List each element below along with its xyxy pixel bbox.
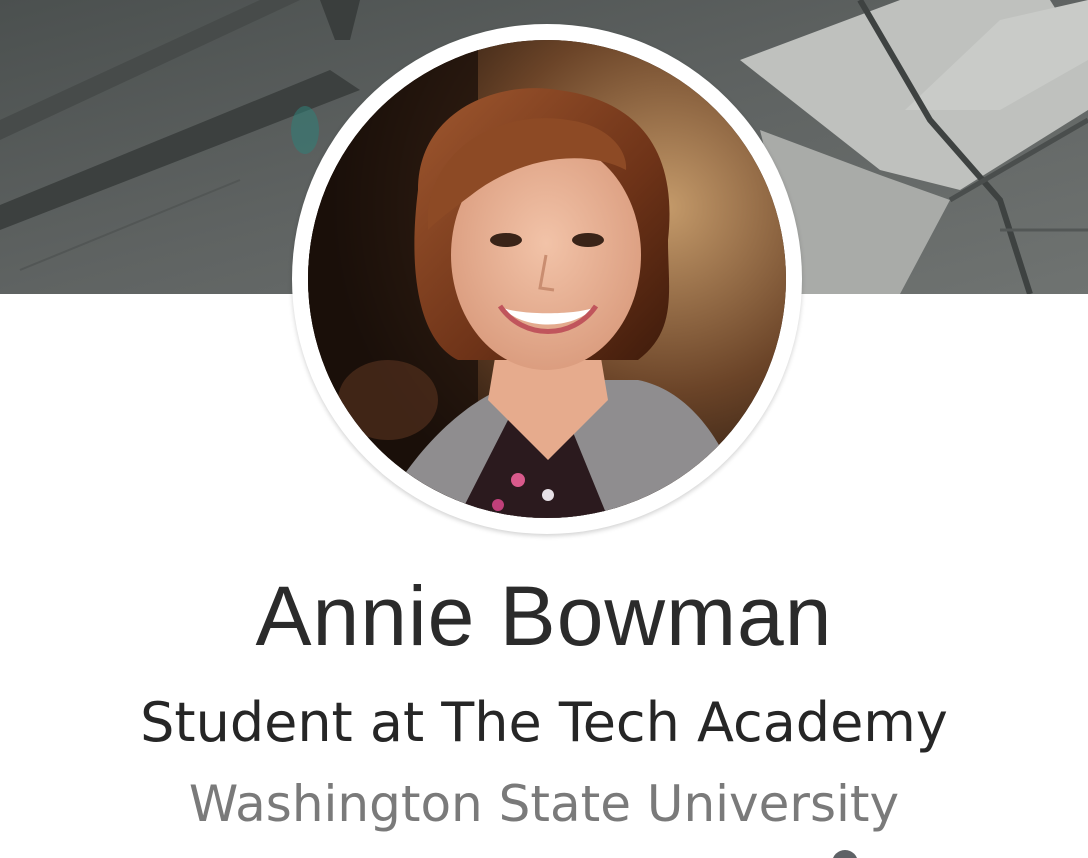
profile-photo [308, 40, 786, 518]
profile-name: Annie Bowman [255, 569, 833, 663]
profile-page: Annie Bowman Student at The Tech Academy… [0, 0, 1088, 858]
profile-school[interactable]: Washington State University [0, 770, 1088, 838]
profile-headline: Student at The Tech Academy [140, 691, 948, 754]
location-pin-icon [832, 850, 858, 858]
profile-avatar[interactable] [292, 24, 802, 534]
